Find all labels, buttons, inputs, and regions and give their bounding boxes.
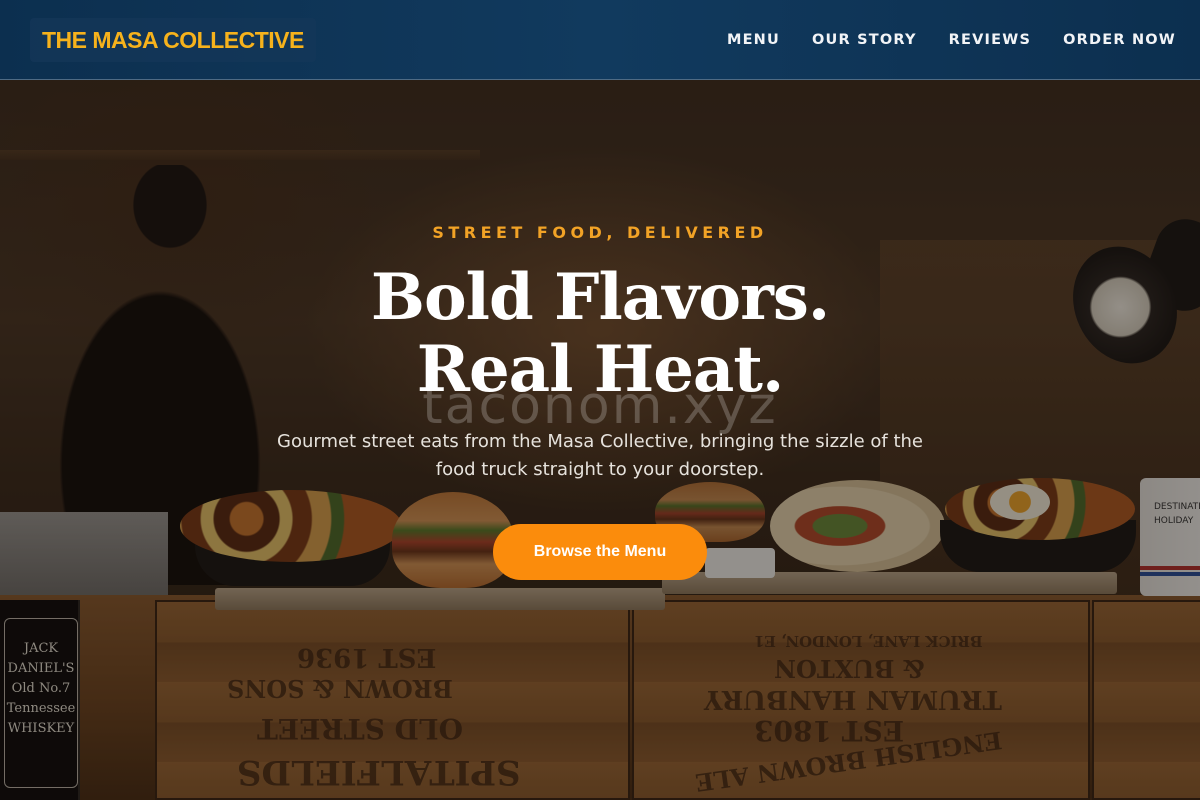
main-nav: MENU OUR STORY REVIEWS ORDER NOW	[727, 0, 1176, 80]
nav-reviews-link[interactable]: REVIEWS	[949, 32, 1031, 48]
hero-subtext: Gourmet street eats from the Masa Collec…	[277, 431, 923, 480]
nav-order-now-link[interactable]: ORDER NOW	[1063, 32, 1176, 48]
nav-menu-link[interactable]: MENU	[727, 32, 780, 48]
watermark: taconom.xyz	[422, 376, 778, 436]
brand-logo[interactable]: THE MASA COLLECTIVE	[30, 18, 316, 62]
site-header: THE MASA COLLECTIVE MENU OUR STORY REVIE…	[0, 0, 1200, 80]
hero-eyebrow: STREET FOOD, DELIVERED	[432, 223, 768, 242]
nav-our-story-link[interactable]: OUR STORY	[812, 32, 917, 48]
browse-menu-button[interactable]: Browse the Menu	[493, 524, 707, 580]
hero-headline-line-1: Bold Flavors.	[370, 260, 830, 335]
